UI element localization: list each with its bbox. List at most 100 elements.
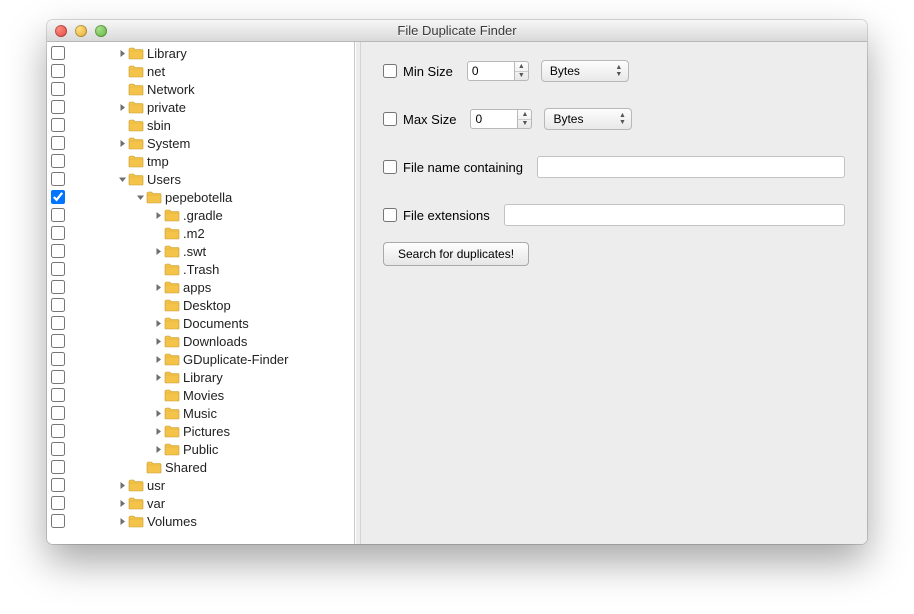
- tree-row[interactable]: .Trash: [47, 260, 354, 278]
- tree-checkbox[interactable]: [51, 280, 65, 294]
- folder-tree[interactable]: LibrarynetNetworkprivatesbinSystemtmpUse…: [47, 42, 355, 544]
- tree-checkbox[interactable]: [51, 424, 65, 438]
- disclosure-closed-icon[interactable]: [117, 138, 127, 148]
- name-contains-input[interactable]: [537, 156, 845, 178]
- disclosure-closed-icon[interactable]: [117, 498, 127, 508]
- tree-checkbox[interactable]: [51, 388, 65, 402]
- disclosure-closed-icon[interactable]: [153, 282, 163, 292]
- max-size-stepper[interactable]: ▲▼: [518, 109, 532, 129]
- tree-checkbox[interactable]: [51, 442, 65, 456]
- window-title: File Duplicate Finder: [47, 23, 867, 38]
- tree-row[interactable]: .gradle: [47, 206, 354, 224]
- disclosure-open-icon[interactable]: [117, 174, 127, 184]
- tree-item-label: sbin: [147, 118, 171, 133]
- disclosure-closed-icon[interactable]: [117, 480, 127, 490]
- tree-checkbox[interactable]: [51, 208, 65, 222]
- extensions-input[interactable]: [504, 204, 845, 226]
- tree-checkbox[interactable]: [51, 136, 65, 150]
- disclosure-closed-icon[interactable]: [153, 246, 163, 256]
- tree-row[interactable]: Downloads: [47, 332, 354, 350]
- tree-row[interactable]: pepebotella: [47, 188, 354, 206]
- min-size-input[interactable]: [467, 61, 515, 81]
- tree-row[interactable]: Documents: [47, 314, 354, 332]
- max-size-input[interactable]: [470, 109, 518, 129]
- min-size-row: Min Size ▲▼ Bytes ▲▼: [383, 60, 845, 82]
- name-contains-row: File name containing: [383, 156, 845, 178]
- tree-row[interactable]: private: [47, 98, 354, 116]
- tree-checkbox[interactable]: [51, 46, 65, 60]
- tree-checkbox[interactable]: [51, 316, 65, 330]
- name-contains-checkbox[interactable]: [383, 160, 397, 174]
- tree-checkbox[interactable]: [51, 190, 65, 204]
- tree-checkbox[interactable]: [51, 370, 65, 384]
- disclosure-open-icon[interactable]: [135, 192, 145, 202]
- tree-row[interactable]: GDuplicate-Finder: [47, 350, 354, 368]
- tree-checkbox[interactable]: [51, 478, 65, 492]
- tree-row[interactable]: sbin: [47, 116, 354, 134]
- tree-item-label: Pictures: [183, 424, 230, 439]
- tree-checkbox[interactable]: [51, 64, 65, 78]
- tree-item-label: Desktop: [183, 298, 231, 313]
- extensions-checkbox[interactable]: [383, 208, 397, 222]
- disclosure-closed-icon[interactable]: [153, 426, 163, 436]
- tree-row[interactable]: apps: [47, 278, 354, 296]
- disclosure-closed-icon[interactable]: [153, 318, 163, 328]
- tree-row[interactable]: tmp: [47, 152, 354, 170]
- tree-checkbox[interactable]: [51, 118, 65, 132]
- tree-row[interactable]: Users: [47, 170, 354, 188]
- tree-row[interactable]: Pictures: [47, 422, 354, 440]
- tree-row[interactable]: Shared: [47, 458, 354, 476]
- tree-row[interactable]: Movies: [47, 386, 354, 404]
- tree-item-label: .Trash: [183, 262, 219, 277]
- tree-row[interactable]: System: [47, 134, 354, 152]
- tree-row[interactable]: usr: [47, 476, 354, 494]
- disclosure-none: [153, 228, 163, 238]
- disclosure-closed-icon[interactable]: [153, 210, 163, 220]
- tree-checkbox[interactable]: [51, 82, 65, 96]
- tree-item-label: Library: [147, 46, 187, 61]
- disclosure-closed-icon[interactable]: [153, 372, 163, 382]
- tree-checkbox[interactable]: [51, 298, 65, 312]
- tree-checkbox[interactable]: [51, 172, 65, 186]
- tree-checkbox[interactable]: [51, 352, 65, 366]
- disclosure-closed-icon[interactable]: [153, 354, 163, 364]
- tree-checkbox[interactable]: [51, 154, 65, 168]
- min-size-unit-select[interactable]: Bytes ▲▼: [541, 60, 629, 82]
- min-size-checkbox[interactable]: [383, 64, 397, 78]
- tree-checkbox[interactable]: [51, 262, 65, 276]
- tree-row[interactable]: var: [47, 494, 354, 512]
- disclosure-closed-icon[interactable]: [117, 102, 127, 112]
- tree-checkbox[interactable]: [51, 226, 65, 240]
- disclosure-closed-icon[interactable]: [117, 516, 127, 526]
- tree-checkbox[interactable]: [51, 496, 65, 510]
- tree-checkbox[interactable]: [51, 406, 65, 420]
- tree-item-label: var: [147, 496, 165, 511]
- min-size-stepper[interactable]: ▲▼: [515, 61, 529, 81]
- tree-checkbox[interactable]: [51, 514, 65, 528]
- tree-row[interactable]: Network: [47, 80, 354, 98]
- max-size-checkbox[interactable]: [383, 112, 397, 126]
- tree-row[interactable]: Music: [47, 404, 354, 422]
- tree-checkbox[interactable]: [51, 244, 65, 258]
- tree-row[interactable]: Library: [47, 368, 354, 386]
- tree-row[interactable]: .m2: [47, 224, 354, 242]
- search-button[interactable]: Search for duplicates!: [383, 242, 529, 266]
- chevron-updown-icon: ▲▼: [614, 63, 624, 79]
- disclosure-closed-icon[interactable]: [153, 336, 163, 346]
- tree-checkbox[interactable]: [51, 334, 65, 348]
- tree-checkbox[interactable]: [51, 460, 65, 474]
- tree-row[interactable]: .swt: [47, 242, 354, 260]
- disclosure-closed-icon[interactable]: [117, 48, 127, 58]
- tree-item-label: Shared: [165, 460, 207, 475]
- tree-row[interactable]: Public: [47, 440, 354, 458]
- tree-row[interactable]: Desktop: [47, 296, 354, 314]
- disclosure-closed-icon[interactable]: [153, 444, 163, 454]
- tree-row[interactable]: net: [47, 62, 354, 80]
- tree-item-label: Music: [183, 406, 217, 421]
- disclosure-none: [153, 300, 163, 310]
- max-size-unit-select[interactable]: Bytes ▲▼: [544, 108, 632, 130]
- tree-checkbox[interactable]: [51, 100, 65, 114]
- tree-row[interactable]: Volumes: [47, 512, 354, 530]
- tree-row[interactable]: Library: [47, 44, 354, 62]
- disclosure-closed-icon[interactable]: [153, 408, 163, 418]
